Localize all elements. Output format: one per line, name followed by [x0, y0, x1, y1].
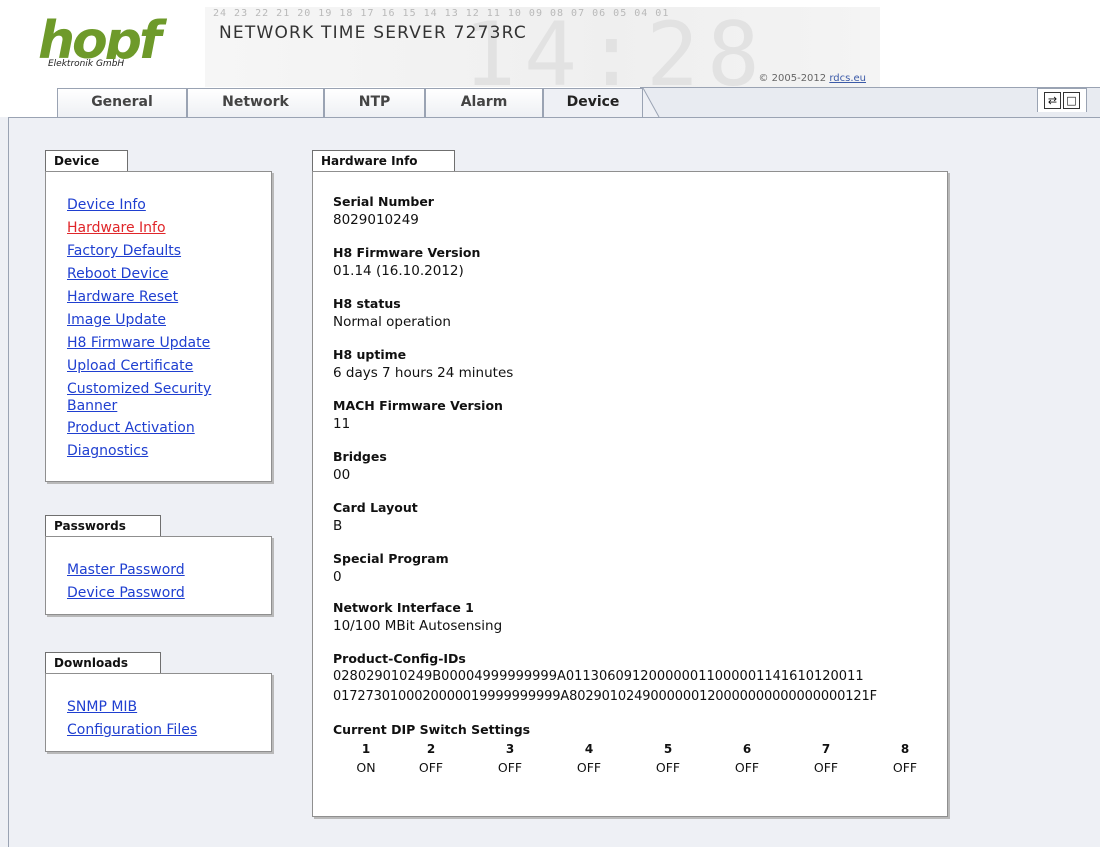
dip-switch-3-number: 3: [505, 742, 515, 756]
tab-device[interactable]: Device: [543, 88, 643, 118]
dip-switch-1-state: ON: [356, 760, 376, 775]
tab-ntp[interactable]: NTP: [324, 88, 425, 117]
h8-firmware-version-label: H8 Firmware Version: [333, 245, 481, 260]
dip-switch-8-state: OFF: [892, 760, 918, 775]
link-product-activation[interactable]: Product Activation: [67, 417, 271, 440]
bridges-label: Bridges: [333, 449, 387, 464]
link-diagnostics[interactable]: Diagnostics: [67, 440, 271, 463]
link-reboot-device[interactable]: Reboot Device: [67, 263, 271, 286]
hardware-info-panel-title: Hardware Info: [312, 150, 455, 172]
link-factory-defaults[interactable]: Factory Defaults: [67, 240, 271, 263]
tab-alarm[interactable]: Alarm: [425, 88, 543, 117]
dip-switch-7-number: 7: [821, 742, 831, 756]
bridges-item: Bridges 00: [333, 449, 387, 485]
h8-uptime-value: 6 days 7 hours 24 minutes: [333, 365, 514, 381]
dip-switch-table: 1 ON 2 OFF 3 OFF 4 OFF 5 OFF 6 OFF 7 OFF…: [333, 742, 933, 782]
hardware-info-panel: Serial Number 8029010249 H8 Firmware Ver…: [312, 171, 948, 817]
downloads-menu-panel: SNMP MIB Configuration Files: [45, 673, 272, 752]
passwords-menu-panel: Master Password Device Password: [45, 536, 272, 615]
h8-uptime-label: H8 uptime: [333, 347, 407, 362]
passwords-panel-title: Passwords: [45, 515, 161, 537]
tab-network[interactable]: Network: [187, 88, 324, 117]
view-controls: ⇄ □: [1037, 88, 1087, 112]
link-customized-security-banner[interactable]: Customized Security Banner: [67, 381, 271, 415]
page-icon[interactable]: □: [1063, 92, 1080, 109]
link-h8-firmware-update[interactable]: H8 Firmware Update: [67, 332, 271, 355]
mach-firmware-version-label: MACH Firmware Version: [333, 398, 503, 413]
special-program-item: Special Program 0: [333, 551, 449, 587]
dip-switch-1-number: 1: [361, 742, 371, 756]
link-device-info[interactable]: Device Info: [67, 194, 271, 217]
link-configuration-files[interactable]: Configuration Files: [67, 719, 271, 742]
dip-switch-6-state: OFF: [734, 760, 760, 775]
dip-switch-8-number: 8: [900, 742, 910, 756]
bridges-value: 00: [333, 467, 351, 483]
product-banner: 24 23 22 21 20 19 18 17 16 15 14 13 12 1…: [205, 7, 880, 87]
link-image-update[interactable]: Image Update: [67, 309, 271, 332]
copyright: © 2005-2012 rdcs.eu: [758, 73, 866, 84]
link-upload-certificate[interactable]: Upload Certificate: [67, 355, 271, 378]
downloads-panel-title: Downloads: [45, 652, 161, 674]
dip-switch-5-number: 5: [663, 742, 673, 756]
dip-switch-2-number: 2: [426, 742, 436, 756]
device-panel-title: Device: [45, 150, 128, 172]
link-customized-security-banner-line2: Banner: [67, 398, 118, 414]
serial-number-value: 8029010249: [333, 212, 419, 228]
logo-subtitle: Elektronik GmbH: [46, 59, 127, 69]
serial-number-item: Serial Number 8029010249: [333, 194, 434, 230]
link-hardware-info[interactable]: Hardware Info: [67, 217, 271, 240]
mach-firmware-version-item: MACH Firmware Version 11: [333, 398, 503, 434]
dip-switch-5-state: OFF: [655, 760, 681, 775]
dip-switch-6-number: 6: [742, 742, 752, 756]
h8-status-label: H8 status: [333, 296, 401, 311]
tab-general[interactable]: General: [57, 88, 187, 117]
dip-switch-7-state: OFF: [813, 760, 839, 775]
h8-uptime-item: H8 uptime 6 days 7 hours 24 minutes: [333, 347, 513, 383]
product-config-ids-line2: 0172730100020000019999999999A80290102490…: [333, 689, 877, 704]
serial-number-label: Serial Number: [333, 194, 434, 209]
device-menu-panel: Device Info Hardware Info Factory Defaul…: [45, 171, 272, 482]
dip-switch-item: Current DIP Switch Settings 1 ON 2 OFF 3…: [333, 722, 933, 775]
link-snmp-mib[interactable]: SNMP MIB: [67, 696, 271, 719]
logo-wordmark: hopf: [38, 11, 162, 71]
product-config-ids-item: Product-Config-IDs 028029010249B00004999…: [333, 651, 877, 707]
link-hardware-reset[interactable]: Hardware Reset: [67, 286, 271, 309]
network-interface-value: 10/100 MBit Autosensing: [333, 618, 503, 634]
dip-switch-4-number: 4: [584, 742, 594, 756]
special-program-value: 0: [333, 569, 342, 585]
h8-firmware-version-value: 01.14 (16.10.2012): [333, 263, 464, 279]
card-layout-value: B: [333, 518, 343, 534]
link-customized-security-banner-line1: Customized Security: [67, 381, 212, 397]
product-config-ids-line1: 028029010249B00004999999999A011306091200…: [333, 669, 864, 684]
network-interface-label: Network Interface 1: [333, 600, 474, 615]
dip-switch-2-state: OFF: [418, 760, 444, 775]
refresh-toggle-icon[interactable]: ⇄: [1044, 92, 1061, 109]
card-layout-label: Card Layout: [333, 500, 418, 515]
copyright-link[interactable]: rdcs.eu: [829, 73, 866, 84]
product-config-ids-label: Product-Config-IDs: [333, 651, 466, 666]
special-program-label: Special Program: [333, 551, 449, 566]
h8-status-value: Normal operation: [333, 314, 451, 330]
network-interface-item: Network Interface 1 10/100 MBit Autosens…: [333, 600, 502, 636]
link-master-password[interactable]: Master Password: [67, 559, 271, 582]
link-device-password[interactable]: Device Password: [67, 582, 271, 605]
dip-switch-3-state: OFF: [497, 760, 523, 775]
page-title: NETWORK TIME SERVER 7273RC: [219, 23, 527, 43]
dip-switch-label: Current DIP Switch Settings: [333, 722, 531, 737]
h8-firmware-version-item: H8 Firmware Version 01.14 (16.10.2012): [333, 245, 480, 281]
h8-status-item: H8 status Normal operation: [333, 296, 451, 332]
card-layout-item: Card Layout B: [333, 500, 418, 536]
mach-firmware-version-value: 11: [333, 416, 351, 432]
hopf-logo: hopf Elektronik GmbH: [38, 11, 162, 71]
tab-bar-fill: [640, 87, 1100, 117]
header: hopf Elektronik GmbH 24 23 22 21 20 19 1…: [0, 0, 1100, 87]
dip-switch-4-state: OFF: [576, 760, 602, 775]
copyright-text: © 2005-2012: [758, 73, 827, 84]
tab-slant-decoration: [643, 88, 660, 117]
main-tab-bar: General Network NTP Alarm Device: [0, 87, 1100, 118]
